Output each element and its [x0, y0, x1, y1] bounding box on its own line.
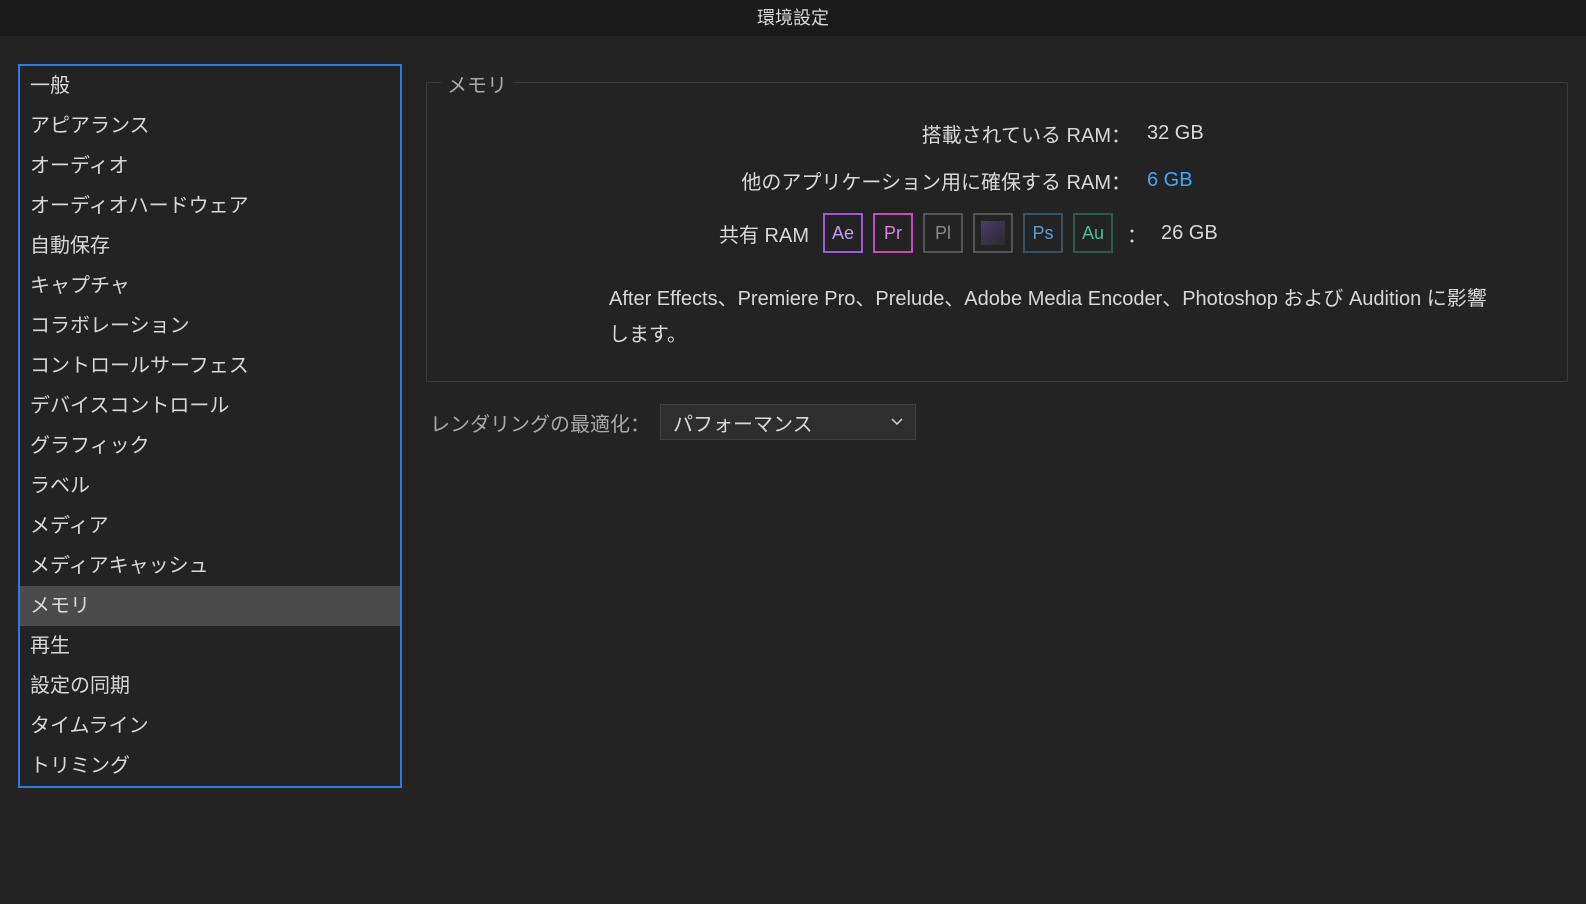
memory-section-title: メモリ	[441, 69, 513, 98]
content-area: 一般 アピアランス オーディオ オーディオハードウェア 自動保存 キャプチャ コ…	[0, 36, 1586, 788]
sidebar-item-labels[interactable]: ラベル	[20, 466, 400, 506]
main-panel: メモリ 搭載されている RAM： 32 GB 他のアプリケーション用に確保する …	[426, 64, 1568, 788]
memory-fieldset: メモリ 搭載されている RAM： 32 GB 他のアプリケーション用に確保する …	[426, 82, 1568, 382]
sidebar-item-playback[interactable]: 再生	[20, 626, 400, 666]
sidebar-item-capture[interactable]: キャプチャ	[20, 266, 400, 306]
sidebar-item-timeline[interactable]: タイムライン	[20, 706, 400, 746]
sidebar-item-trimming[interactable]: トリミング	[20, 746, 400, 786]
sidebar-item-graphics[interactable]: グラフィック	[20, 426, 400, 466]
photoshop-icon: Ps	[1023, 213, 1063, 253]
chevron-down-icon	[891, 416, 903, 428]
installed-ram-row: 搭載されている RAM： 32 GB	[451, 119, 1543, 148]
rendering-optimization-dropdown[interactable]: パフォーマンス	[660, 404, 916, 440]
sidebar-item-audio-hardware[interactable]: オーディオハードウェア	[20, 186, 400, 226]
memory-description: After Effects、Premiere Pro、Prelude、Adobe…	[451, 281, 1543, 353]
sidebar-item-audio[interactable]: オーディオ	[20, 146, 400, 186]
rendering-optimization-row: レンダリングの最適化： パフォーマンス	[426, 404, 1568, 440]
prelude-icon: Pl	[923, 213, 963, 253]
sidebar-item-autosave[interactable]: 自動保存	[20, 226, 400, 266]
sidebar-item-media-cache[interactable]: メディアキャッシュ	[20, 546, 400, 586]
window-titlebar: 環境設定	[0, 0, 1586, 36]
reserved-ram-row: 他のアプリケーション用に確保する RAM： 6 GB	[451, 166, 1543, 195]
sidebar-item-control-surface[interactable]: コントロールサーフェス	[20, 346, 400, 386]
sidebar-item-collaboration[interactable]: コラボレーション	[20, 306, 400, 346]
shared-app-icons: Ae Pr Pl Ps Au	[823, 213, 1113, 253]
sidebar-item-media[interactable]: メディア	[20, 506, 400, 546]
reserved-ram-value[interactable]: 6 GB	[1147, 169, 1207, 192]
premiere-pro-icon: Pr	[873, 213, 913, 253]
shared-ram-label: 共有 RAM	[451, 219, 809, 248]
sidebar-item-appearance[interactable]: アピアランス	[20, 106, 400, 146]
shared-ram-row: 共有 RAM Ae Pr Pl Ps Au ： 26 GB	[451, 213, 1543, 253]
shared-ram-value: 26 GB	[1161, 222, 1218, 245]
rendering-optimization-label: レンダリングの最適化：	[430, 408, 650, 437]
audition-icon: Au	[1073, 213, 1113, 253]
sidebar-item-device-control[interactable]: デバイスコントロール	[20, 386, 400, 426]
sidebar-item-memory[interactable]: メモリ	[20, 586, 400, 626]
installed-ram-label: 搭載されている RAM：	[451, 119, 1131, 148]
reserved-ram-label: 他のアプリケーション用に確保する RAM：	[451, 166, 1131, 195]
sidebar-item-general[interactable]: 一般	[20, 66, 400, 106]
installed-ram-value: 32 GB	[1147, 122, 1207, 145]
shared-colon: ：	[1127, 219, 1147, 248]
preferences-sidebar: 一般 アピアランス オーディオ オーディオハードウェア 自動保存 キャプチャ コ…	[18, 64, 402, 788]
rendering-optimization-selected: パフォーマンス	[673, 408, 813, 437]
media-encoder-icon	[973, 213, 1013, 253]
window-title: 環境設定	[757, 8, 829, 28]
after-effects-icon: Ae	[823, 213, 863, 253]
sidebar-item-sync-settings[interactable]: 設定の同期	[20, 666, 400, 706]
